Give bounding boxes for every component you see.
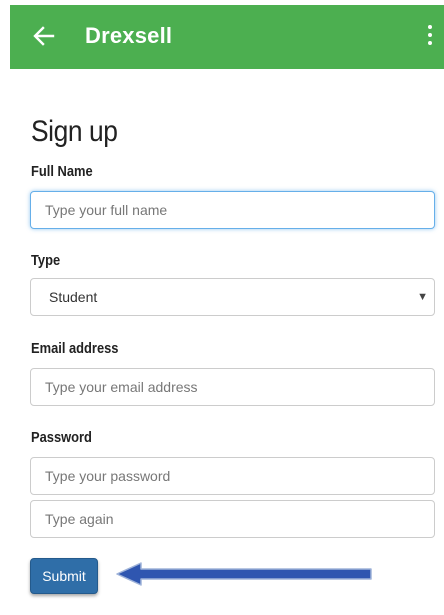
app-title: Drexsell xyxy=(85,23,173,48)
submit-button[interactable]: Submit xyxy=(30,558,98,594)
password-label: Password xyxy=(31,429,92,446)
arrow-left-annotation-icon xyxy=(116,562,372,586)
type-label: Type xyxy=(31,252,61,269)
full-name-label: Full Name xyxy=(31,163,93,180)
caret-down-icon: ▼ xyxy=(417,291,428,303)
password-input[interactable] xyxy=(30,457,435,495)
app-bar: Drexsell xyxy=(10,5,444,69)
email-input[interactable] xyxy=(30,368,435,406)
arrow-left-icon[interactable] xyxy=(33,23,55,49)
page-title: Sign up xyxy=(31,115,118,148)
confirm-password-input[interactable] xyxy=(30,500,435,538)
full-name-input[interactable] xyxy=(30,191,435,229)
email-label: Email address xyxy=(31,340,119,357)
type-select-value: Student xyxy=(49,289,98,305)
more-vertical-icon[interactable] xyxy=(426,25,434,49)
type-select[interactable]: Student ▼ xyxy=(30,278,435,316)
